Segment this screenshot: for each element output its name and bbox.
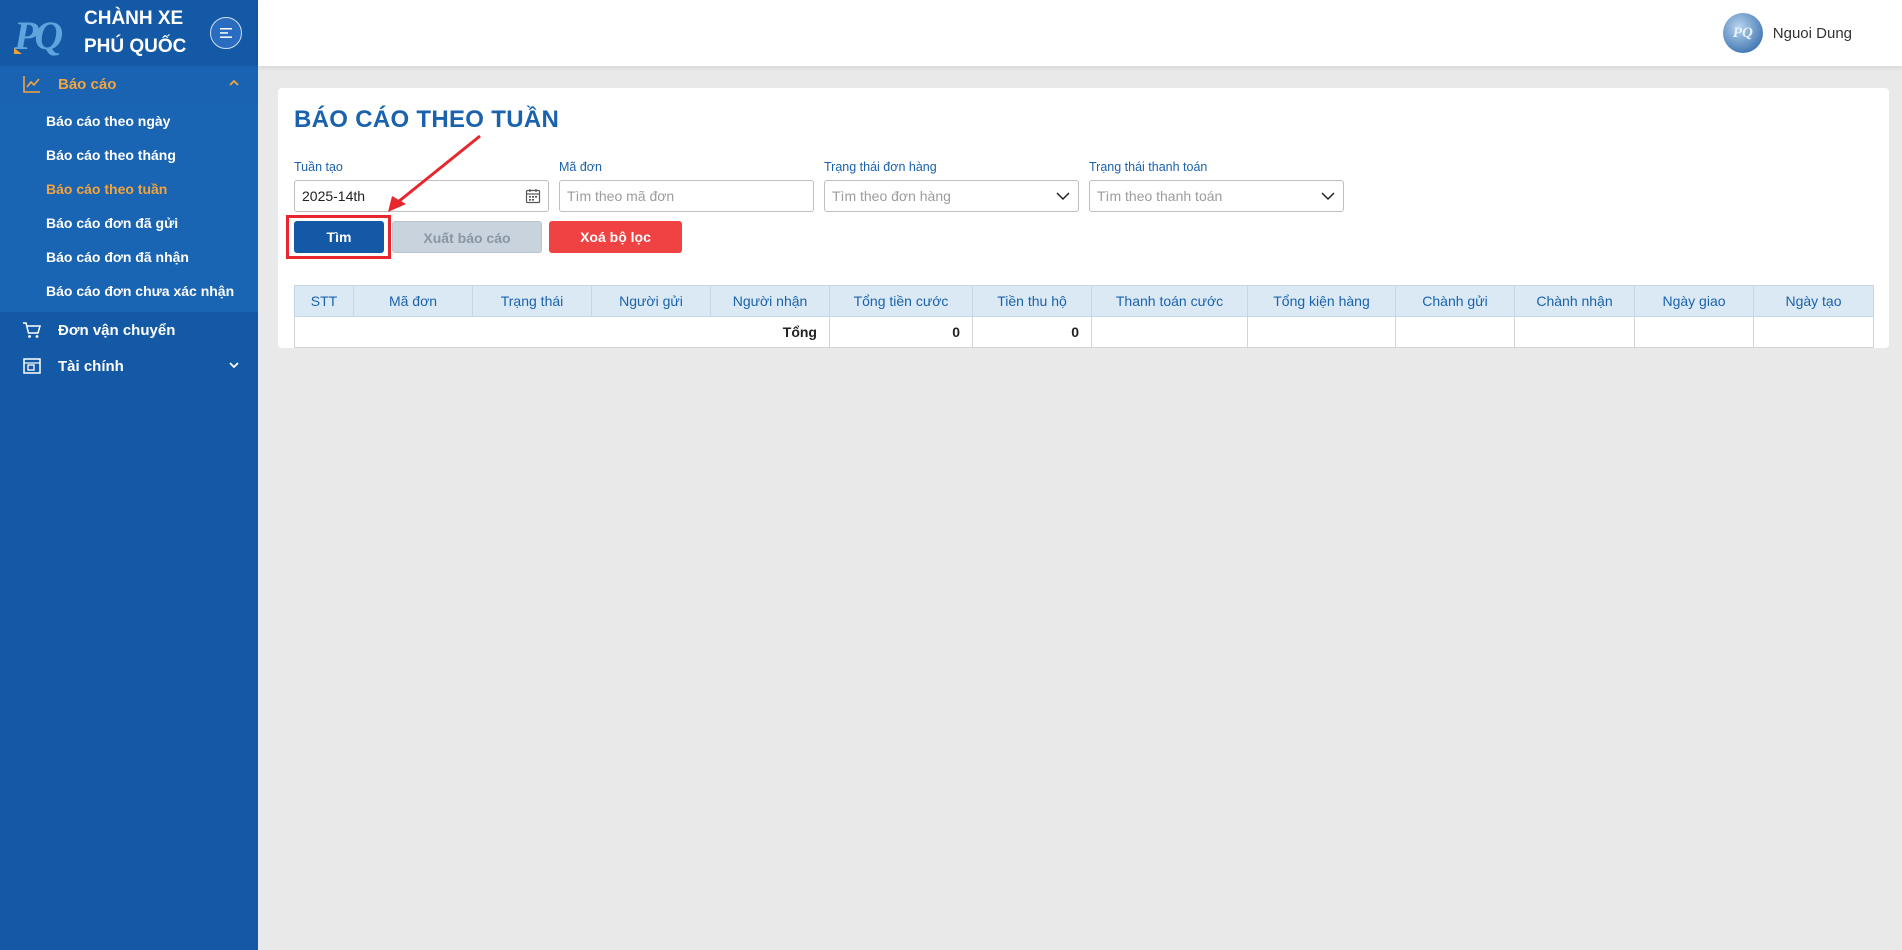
- col-trang-thai: Trạng thái: [472, 285, 592, 317]
- order-status-label: Trạng thái đơn hàng: [824, 160, 937, 174]
- col-ngay-tao: Ngày tạo: [1753, 285, 1874, 317]
- col-nguoi-gui: Người gửi: [591, 285, 711, 317]
- total-cod: 0: [972, 316, 1092, 348]
- avatar: PQ: [1722, 13, 1763, 53]
- order-status-filter: Trạng thái đơn hàng Tìm theo đơn hàng: [824, 160, 1079, 212]
- col-thanh-toan-cuoc: Thanh toán cước: [1091, 285, 1248, 317]
- order-status-select[interactable]: Tìm theo đơn hàng: [824, 180, 1079, 212]
- submenu-bao-cao: Báo cáo theo ngày Báo cáo theo tháng Báo…: [0, 102, 258, 312]
- nav-group-bao-cao[interactable]: Báo cáo: [0, 66, 258, 102]
- annotation-highlight-box: [286, 215, 391, 259]
- order-code-filter: Mã đơn Tìm theo mã đơn: [559, 160, 814, 212]
- sidebar-item-bao-cao-don-da-gui[interactable]: Báo cáo đơn đã gửi: [0, 206, 258, 240]
- logo: PQ: [14, 13, 63, 58]
- col-ngay-giao: Ngày giao: [1634, 285, 1754, 317]
- brand-name: CHÀNH XE PHÚ QUỐC: [84, 8, 187, 57]
- nav-group-don-van-chuyen[interactable]: Đơn vận chuyển: [0, 312, 258, 348]
- chevron-down-icon: [1056, 192, 1070, 201]
- payment-status-filter: Trạng thái thanh toán Tìm theo thanh toá…: [1089, 160, 1344, 212]
- payment-status-select[interactable]: Tìm theo thanh toán: [1089, 180, 1344, 212]
- topbar: PQ Nguoi Dung: [258, 0, 1902, 66]
- line-chart-icon: [22, 74, 42, 94]
- total-fee: 0: [829, 316, 973, 348]
- order-code-label: Mã đơn: [559, 160, 602, 174]
- week-filter: Tuần tạo 2025-14th: [294, 160, 549, 212]
- col-ma-don: Mã đơn: [353, 285, 473, 317]
- col-tong-tien-cuoc: Tổng tiền cước: [829, 285, 973, 317]
- user-menu[interactable]: PQ Nguoi Dung: [1722, 13, 1852, 53]
- calendar-icon[interactable]: [525, 188, 541, 204]
- menu-toggle-button[interactable]: [210, 17, 242, 49]
- brand: PQ CHÀNH XE PHÚ QUỐC: [0, 0, 258, 66]
- col-chanh-nhan: Chành nhận: [1514, 285, 1635, 317]
- clear-filter-button[interactable]: Xoá bộ lọc: [549, 221, 682, 253]
- col-nguoi-nhan: Người nhận: [710, 285, 830, 317]
- report-table: STT Mã đơn Trạng thái Người gửi Người nh…: [294, 285, 1874, 348]
- week-filter-label: Tuần tạo: [294, 160, 343, 174]
- week-picker-input[interactable]: 2025-14th: [294, 180, 549, 212]
- sidebar-item-bao-cao-don-chua-xac-nhan[interactable]: Báo cáo đơn chưa xác nhận: [0, 274, 258, 308]
- chevron-down-icon: [229, 362, 239, 369]
- order-code-input[interactable]: Tìm theo mã đơn: [559, 180, 814, 212]
- col-stt: STT: [294, 285, 354, 317]
- table-header-row: STT Mã đơn Trạng thái Người gửi Người nh…: [294, 285, 1874, 317]
- page-title: BÁO CÁO THEO TUẦN: [294, 106, 560, 133]
- user-name: Nguoi Dung: [1772, 24, 1852, 42]
- col-tong-kien-hang: Tổng kiện hàng: [1247, 285, 1396, 317]
- export-report-button[interactable]: Xuất báo cáo: [392, 221, 542, 253]
- col-tien-thu-ho: Tiền thu hộ: [972, 285, 1092, 317]
- sidebar-item-bao-cao-theo-ngay[interactable]: Báo cáo theo ngày: [0, 104, 258, 138]
- sidebar: PQ CHÀNH XE PHÚ QUỐC Báo cáo Báo cáo the…: [0, 0, 258, 950]
- wallet-icon: [22, 356, 42, 376]
- nav-group-tai-chinh[interactable]: Tài chính: [0, 348, 258, 384]
- report-card: BÁO CÁO THEO TUẦN Tuần tạo 2025-14th Mã …: [278, 88, 1889, 348]
- table-total-row: Tổng 0 0: [294, 316, 1874, 348]
- payment-status-label: Trạng thái thanh toán: [1089, 160, 1208, 174]
- menu-lines-icon: [220, 28, 232, 38]
- sidebar-item-bao-cao-don-da-nhan[interactable]: Báo cáo đơn đã nhận: [0, 240, 258, 274]
- sidebar-item-bao-cao-theo-tuan[interactable]: Báo cáo theo tuần: [0, 172, 258, 206]
- col-chanh-gui: Chành gửi: [1395, 285, 1515, 317]
- chevron-up-icon: [229, 79, 239, 86]
- cart-icon: [22, 320, 42, 340]
- total-label: Tổng: [294, 316, 830, 348]
- chevron-down-icon: [1321, 192, 1335, 201]
- sidebar-item-bao-cao-theo-thang[interactable]: Báo cáo theo tháng: [0, 138, 258, 172]
